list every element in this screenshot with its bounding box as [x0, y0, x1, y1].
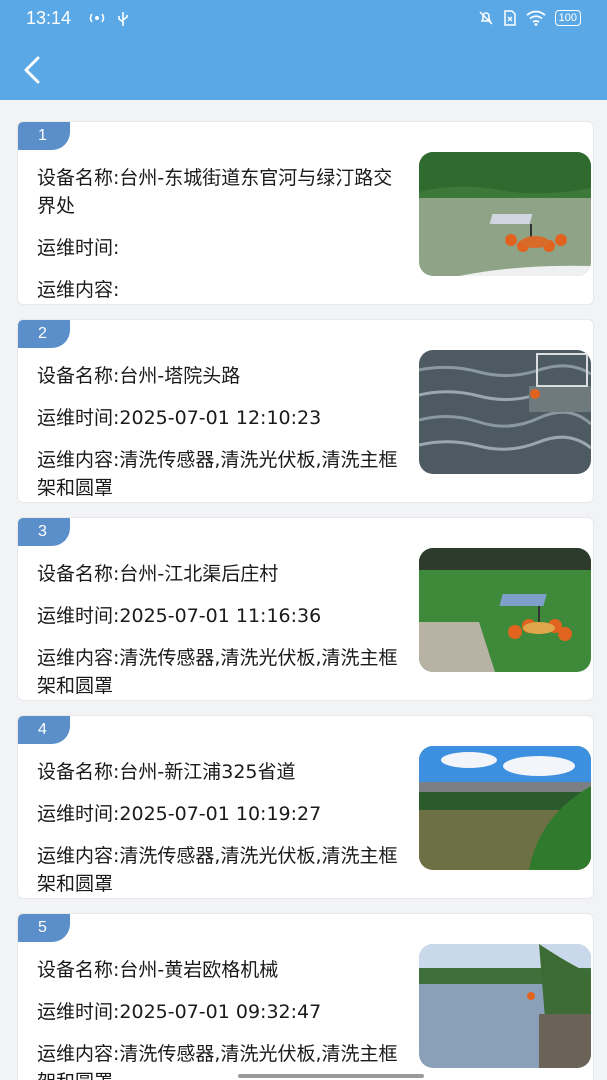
device-photo[interactable] — [419, 350, 591, 474]
device-photo[interactable] — [419, 944, 591, 1068]
list-item[interactable]: 5 设备名称:台州-黄岩欧格机械 运维时间:2025-07-01 09:32:4… — [17, 913, 594, 1080]
status-bar: 13:14 100 — [0, 0, 607, 38]
maintenance-time: 运维时间:2025-07-01 11:16:36 — [37, 605, 322, 627]
mute-icon — [479, 11, 493, 25]
item-index-badge: 1 — [18, 122, 70, 150]
sim-icon — [503, 10, 516, 26]
wifi-icon — [526, 10, 546, 26]
item-index-badge: 2 — [18, 320, 70, 348]
maintenance-time: 运维时间:2025-07-01 10:19:27 — [37, 803, 322, 825]
device-name: 设备名称:台州-塔院头路 — [37, 365, 241, 387]
device-photo[interactable] — [419, 152, 591, 276]
device-name: 设备名称:台州-新江浦325省道 — [37, 761, 296, 783]
nfc-icon — [89, 13, 105, 23]
chevron-left-icon — [24, 56, 40, 84]
list-item[interactable]: 1 设备名称:台州-东城街道东官河与绿汀路交界处 运维时间: 运维内容: — [17, 121, 594, 305]
nav-bar — [0, 38, 607, 100]
maintenance-time: 运维时间:2025-07-01 09:32:47 — [37, 1001, 322, 1023]
usb-icon — [118, 12, 128, 26]
device-name: 设备名称:台州-黄岩欧格机械 — [37, 959, 279, 981]
battery-indicator: 100 — [554, 10, 581, 26]
status-time: 13:14 — [26, 8, 72, 28]
scroll-indicator[interactable] — [238, 1074, 424, 1078]
list-item[interactable]: 4 设备名称:台州-新江浦325省道 运维时间:2025-07-01 10:19… — [17, 715, 594, 899]
device-photo[interactable] — [419, 746, 591, 870]
list-item[interactable]: 3 设备名称:台州-江北渠后庄村 运维时间:2025-07-01 11:16:3… — [17, 517, 594, 701]
device-photo[interactable] — [419, 548, 591, 672]
item-index-badge: 3 — [18, 518, 70, 546]
back-button[interactable] — [14, 52, 50, 88]
device-name: 设备名称:台州-东城街道东官河与绿汀路交界处 — [37, 167, 393, 217]
maintenance-content: 运维内容: — [37, 279, 120, 301]
maintenance-time: 运维时间:2025-07-01 12:10:23 — [37, 407, 322, 429]
maintenance-content: 运维内容:清洗传感器,清洗光伏板,清洗主框架和圆罩 — [37, 647, 398, 697]
list-item[interactable]: 2 设备名称:台州-塔院头路 运维时间:2025-07-01 12:10:23 … — [17, 319, 594, 503]
maintenance-content: 运维内容:清洗传感器,清洗光伏板,清洗主框架和圆罩 — [37, 449, 398, 499]
item-index-badge: 5 — [18, 914, 70, 942]
item-index-badge: 4 — [18, 716, 70, 744]
maintenance-content: 运维内容:清洗传感器,清洗光伏板,清洗主框架和圆罩 — [37, 845, 398, 895]
device-name: 设备名称:台州-江北渠后庄村 — [37, 563, 279, 585]
maintenance-time: 运维时间: — [37, 237, 120, 259]
